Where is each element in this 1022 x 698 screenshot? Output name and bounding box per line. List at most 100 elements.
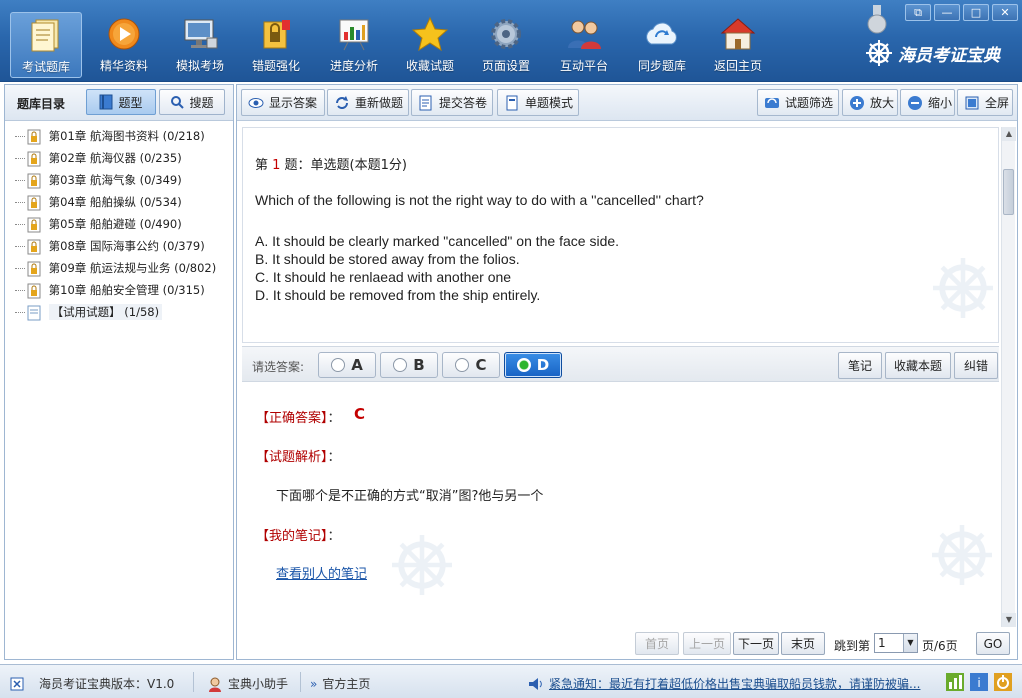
tree-item-chapter[interactable]: 第09章 航运法规与业务 (0/802) <box>13 257 229 279</box>
question-content: 第 1 题：单选题(本题1分) Which of the following i… <box>242 127 999 343</box>
answer-analysis: 【正确答案】： C 【试题解析】： 下面哪个是不正确的方式“取消”图?他与另一个… <box>242 385 999 627</box>
others-notes-link[interactable]: 查看别人的笔记 <box>276 563 367 582</box>
toolbar-essential-materials[interactable]: 精华资料 <box>88 12 160 78</box>
favorite-button[interactable]: 收藏本题 <box>885 352 951 379</box>
toolbar-sync-bank[interactable]: 同步题库 <box>626 12 698 78</box>
tree-item-trial[interactable]: 【试用试题】 (1/58) <box>13 301 229 323</box>
show-answer-label: 显示答案 <box>269 96 318 110</box>
catalog-title: 题库目录 <box>17 97 66 111</box>
filter-button[interactable]: 试题筛选 <box>757 89 839 116</box>
chapter-tree: 第01章 航海图书资料 (0/218) 第02章 航海仪器 (0/235) 第0… <box>13 125 229 323</box>
play-disc-icon <box>108 18 140 50</box>
search-icon <box>171 96 185 109</box>
toolbar-progress-analysis[interactable]: 进度分析 <box>318 12 390 78</box>
minimize-button[interactable]: — <box>934 4 960 21</box>
tree-item-chapter[interactable]: 第01章 航海图书资料 (0/218) <box>13 125 229 147</box>
tree-item-chapter[interactable]: 第05章 船舶避碰 (0/490) <box>13 213 229 235</box>
correct-answer-heading: 【正确答案】： <box>256 407 341 426</box>
answer-choice-b[interactable]: B <box>380 352 438 378</box>
tree-item-chapter[interactable]: 第10章 船舶安全管理 (0/315) <box>13 279 229 301</box>
radio-icon <box>393 358 408 372</box>
first-page-button[interactable]: 首页 <box>635 632 679 655</box>
chart-board-icon <box>339 19 369 51</box>
redo-button[interactable]: 重新做题 <box>327 89 409 116</box>
note-button[interactable]: 笔记 <box>838 352 882 379</box>
vertical-scrollbar[interactable]: ▲ ▼ <box>1001 127 1016 627</box>
toolbar-exam-bank[interactable]: 考试题库 <box>10 12 82 78</box>
homepage-link[interactable]: » 官方主页 <box>310 675 370 692</box>
next-page-button[interactable]: 下一页 <box>733 632 779 655</box>
fullscreen-button[interactable]: 全屏 <box>957 89 1013 116</box>
tree-item-label: 第05章 船舶避碰 (0/490) <box>48 217 182 231</box>
type-button[interactable]: 题型 <box>86 89 156 115</box>
submit-button[interactable]: 提交答卷 <box>411 89 493 116</box>
restore-button[interactable]: ⧉ <box>905 4 931 21</box>
show-answer-button[interactable]: 显示答案 <box>241 89 325 116</box>
locked-file-icon <box>27 217 41 232</box>
label-colon: ： <box>327 529 341 544</box>
zoom-in-label: 放大 <box>870 96 895 110</box>
tree-item-label: 第09章 航运法规与业务 (0/802) <box>48 261 217 275</box>
zoom-out-button[interactable]: 缩小 <box>900 89 955 116</box>
tree-item-chapter[interactable]: 第03章 航海气象 (0/349) <box>13 169 229 191</box>
search-question-button[interactable]: 搜题 <box>159 89 225 115</box>
toolbar-label: 精华资料 <box>99 59 148 73</box>
stats-icon[interactable] <box>946 673 964 691</box>
maximize-button[interactable]: □ <box>963 4 989 21</box>
single-mode-label: 单题模式 <box>525 96 574 110</box>
brand-name: 海员考证宝典 <box>898 45 1000 66</box>
toolbar-home[interactable]: 返回主页 <box>702 12 774 78</box>
toolbar-wrong-questions[interactable]: 错题强化 <box>240 12 312 78</box>
tree-item-label: 第02章 航海仪器 (0/235) <box>48 151 182 165</box>
fullscreen-label: 全屏 <box>985 96 1010 110</box>
correct-answer-value: C <box>354 405 366 423</box>
choice-letter: B <box>413 356 425 374</box>
last-page-button[interactable]: 末页 <box>781 632 825 655</box>
question-panel: 显示答案 重新做题 提交答卷 单题模式 试题筛选 放大 缩小 全屏 第 1 题：… <box>236 84 1018 660</box>
dropdown-arrow-icon[interactable]: ▼ <box>903 634 917 652</box>
explanation-text: 下面哪个是不正确的方式“取消”图?他与另一个 <box>276 489 544 504</box>
tree-item-chapter[interactable]: 第04章 船舶操纵 (0/534) <box>13 191 229 213</box>
submit-paper-icon <box>419 95 432 110</box>
toolbar-label: 错题强化 <box>251 59 300 73</box>
tree-item-chapter[interactable]: 第02章 航海仪器 (0/235) <box>13 147 229 169</box>
medal-icon <box>867 5 887 34</box>
single-mode-button[interactable]: 单题模式 <box>497 89 579 116</box>
watermark-wheel-icon <box>933 258 993 318</box>
pagination: 首页 上一页 下一页 末页 跳到第 1 ▼ 页/6页 GO <box>242 630 1014 658</box>
info-icon[interactable]: i <box>970 673 988 691</box>
scroll-down-arrow-icon[interactable]: ▼ <box>1002 613 1016 627</box>
answer-choice-d[interactable]: D <box>504 352 562 378</box>
exit-icon[interactable] <box>994 673 1012 691</box>
helper-link[interactable]: 宝典小助手 <box>207 675 288 692</box>
my-notes-label: 【我的笔记】 <box>256 529 328 544</box>
my-notes-heading: 【我的笔记】： <box>256 525 341 544</box>
catalog-header: 题库目录 题型 搜题 <box>5 85 233 121</box>
report-error-button[interactable]: 纠错 <box>954 352 998 379</box>
single-page-icon <box>506 95 518 110</box>
toolbar-interactive-platform[interactable]: 互动平台 <box>548 12 620 78</box>
answer-choice-a[interactable]: A <box>318 352 376 378</box>
option-a: A. It should be clearly marked "cancelle… <box>255 233 620 249</box>
answer-choice-c[interactable]: C <box>442 352 500 378</box>
helper-text: 宝典小助手 <box>228 677 289 691</box>
type-button-label: 题型 <box>118 95 143 110</box>
toolbar-mock-exam[interactable]: 模拟考场 <box>164 12 236 78</box>
scroll-up-arrow-icon[interactable]: ▲ <box>1002 127 1016 141</box>
toolbar-label: 同步题库 <box>637 59 686 73</box>
option-c: C. It should he renlaead with another on… <box>255 269 512 285</box>
tree-item-chapter[interactable]: 第08章 国际海事公约 (0/379) <box>13 235 229 257</box>
prev-page-button[interactable]: 上一页 <box>683 632 731 655</box>
close-button[interactable]: ✕ <box>992 4 1018 21</box>
notice-ticker[interactable]: 紧急通知：最近有打着超低价格出售宝典骗取船员钱款，请谨防被骗... <box>528 675 920 692</box>
toolbar-label: 收藏试题 <box>405 59 454 73</box>
toolbar-favorites[interactable]: 收藏试题 <box>394 12 466 78</box>
zoom-in-button[interactable]: 放大 <box>842 89 898 116</box>
filter-label: 试题筛选 <box>785 96 834 110</box>
toolbar-page-settings[interactable]: 页面设置 <box>470 12 542 78</box>
page-total: 页/6页 <box>922 639 958 653</box>
scroll-thumb[interactable] <box>1003 169 1014 215</box>
page-select[interactable]: 1 ▼ <box>874 633 918 653</box>
go-button[interactable]: GO <box>976 632 1010 655</box>
option-d: D. It should be removed from the ship en… <box>255 287 541 303</box>
